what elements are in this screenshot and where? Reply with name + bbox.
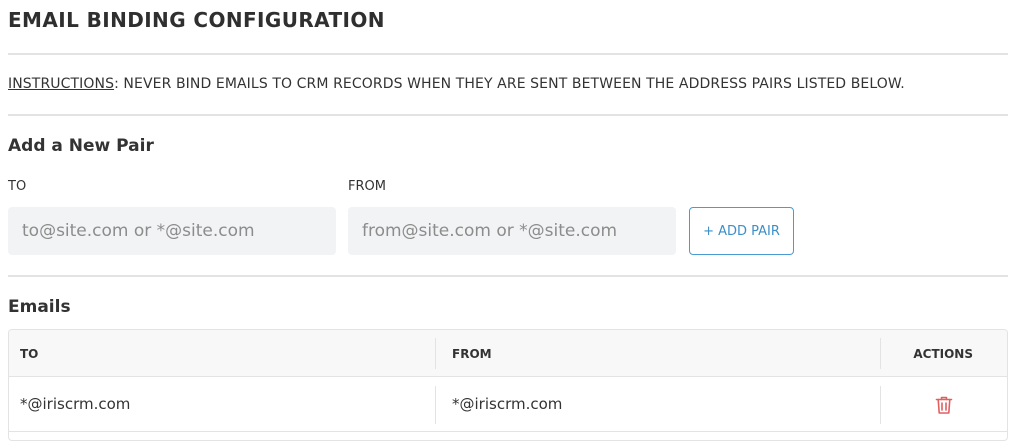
instructions-label: INSTRUCTIONS	[8, 76, 115, 92]
page-title: EMAIL BINDING CONFIGURATION	[8, 8, 385, 32]
column-separator	[880, 338, 881, 369]
emails-title: Emails	[8, 297, 71, 317]
column-separator	[435, 386, 436, 424]
row-from-cell: *@iriscrm.com	[452, 395, 563, 413]
to-field-label: TO	[8, 179, 27, 194]
table-header: TO FROM ACTIONS	[9, 330, 1007, 377]
column-header-actions: ACTIONS	[913, 347, 973, 361]
trash-icon	[935, 396, 953, 414]
column-separator	[435, 338, 436, 369]
divider	[8, 114, 1008, 116]
row-to-cell: *@iriscrm.com	[20, 395, 131, 413]
from-email-input[interactable]	[348, 207, 676, 255]
divider	[8, 53, 1008, 55]
instructions-text: : NEVER BIND EMAILS TO CRM RECORDS WHEN …	[114, 76, 905, 92]
add-pair-button[interactable]: + ADD PAIR	[689, 207, 794, 255]
instructions: INSTRUCTIONS: NEVER BIND EMAILS TO CRM R…	[8, 76, 905, 92]
row-divider	[9, 431, 1007, 432]
emails-table: TO FROM ACTIONS *@iriscrm.com *@iriscrm.…	[8, 329, 1008, 441]
column-header-to: TO	[20, 347, 39, 361]
divider	[8, 275, 1008, 277]
add-pair-title: Add a New Pair	[8, 136, 154, 156]
column-header-from: FROM	[452, 347, 492, 361]
to-email-input[interactable]	[8, 207, 336, 255]
from-field-label: FROM	[348, 179, 386, 194]
delete-pair-button[interactable]	[933, 395, 955, 417]
table-row: *@iriscrm.com *@iriscrm.com	[9, 378, 1007, 432]
column-separator	[880, 386, 881, 424]
